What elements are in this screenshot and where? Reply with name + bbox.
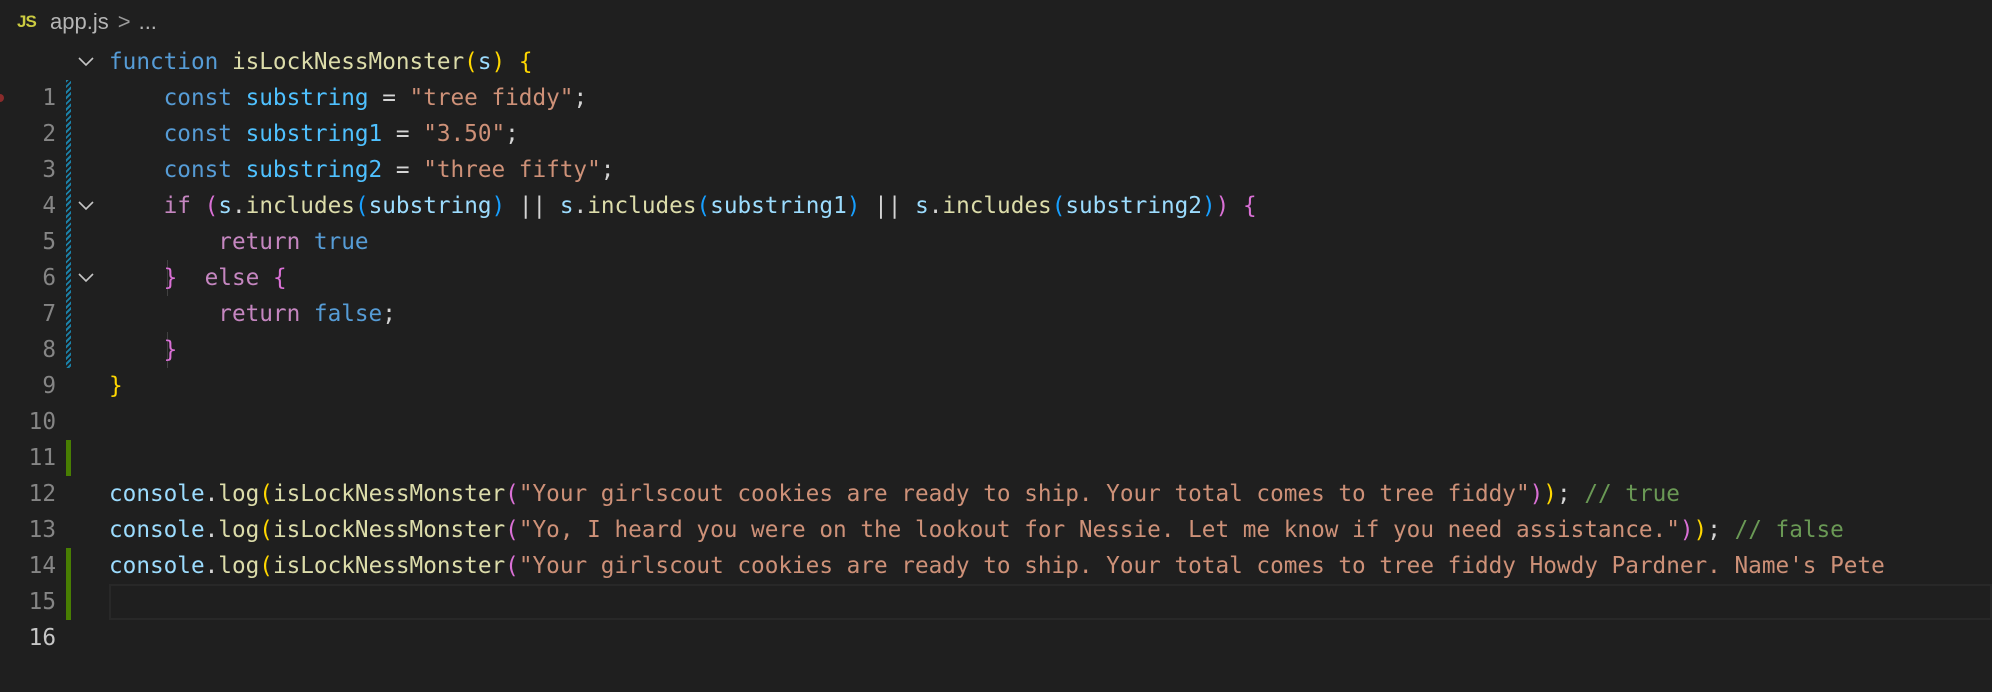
code-line[interactable]: 13 console.log(isLockNessMonster("Your g… — [0, 476, 1992, 543]
code-line[interactable]: 8 return false; — [0, 296, 1992, 363]
chevron-down-icon[interactable] — [74, 44, 98, 80]
code-line[interactable]: 5 if (s.includes(substring) || s.include… — [0, 188, 1992, 255]
code-line[interactable]: 4 const substring2 = "three fifty"; — [0, 152, 1992, 219]
code-line[interactable]: 16 — [0, 584, 1992, 651]
breadcrumb-symbols[interactable]: ... — [139, 9, 157, 35]
breadcrumb: JS app.js > ... — [0, 0, 1992, 44]
breadcrumb-file[interactable]: app.js — [50, 9, 109, 35]
code-line[interactable]: 7 } else { — [0, 260, 1992, 327]
code-text: } else { — [163, 265, 287, 291]
code-line[interactable]: 9 } — [0, 332, 1992, 399]
code-text: if (s.includes(substring) || s.includes(… — [163, 193, 1257, 219]
code-text: } — [163, 337, 178, 363]
code-line[interactable]: 15 console.log(isLockNessMonster("Your g… — [0, 548, 1992, 615]
code-text: console.log(isLockNessMonster("Your girl… — [109, 553, 1885, 579]
code-editor[interactable]: 1 function isLockNessMonster(s) { 2 cons… — [0, 44, 1992, 651]
chevron-right-icon: > — [117, 9, 131, 34]
code-text: return true — [218, 229, 369, 255]
line-number: 16 — [28, 625, 56, 651]
code-line[interactable]: 3 const substring1 = "3.50"; — [0, 116, 1992, 183]
code-text: } — [109, 373, 123, 399]
chevron-down-icon[interactable] — [74, 260, 98, 296]
code-line[interactable]: 12 — [0, 440, 1992, 507]
code-line[interactable]: 10 } — [0, 368, 1992, 435]
code-text: const substring1 = "3.50"; — [163, 121, 519, 147]
javascript-file-icon: JS — [17, 12, 37, 31]
code-line[interactable]: 6 return true — [0, 224, 1992, 291]
code-text: return false; — [218, 301, 396, 327]
code-line[interactable]: 11 — [0, 404, 1992, 471]
code-text: console.log(isLockNessMonster("Yo, I hea… — [109, 517, 1844, 543]
code-text: console.log(isLockNessMonster("Your girl… — [109, 481, 1680, 507]
code-line[interactable]: 2 const substring = "tree fiddy"; — [0, 80, 1992, 147]
chevron-down-icon[interactable] — [74, 188, 98, 224]
code-text: const substring = "tree fiddy"; — [163, 85, 588, 111]
code-line[interactable]: 14 console.log(isLockNessMonster("Yo, I … — [0, 512, 1992, 579]
code-line[interactable]: 1 function isLockNessMonster(s) { — [0, 44, 1992, 111]
code-text: function isLockNessMonster(s) { — [109, 49, 533, 75]
code-text: const substring2 = "three fifty"; — [163, 157, 615, 183]
